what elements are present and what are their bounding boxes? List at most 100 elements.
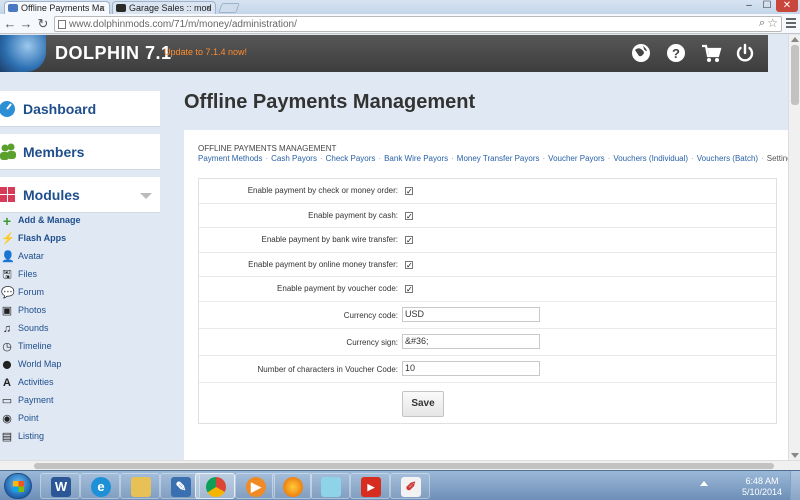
subnav-bank-wire-payors[interactable]: Bank Wire Payors (384, 154, 448, 163)
list-item[interactable]: ⬤ World Map (0, 356, 160, 374)
subnav-money-transfer-payors[interactable]: Money Transfer Payors (457, 154, 540, 163)
file-explorer-button[interactable] (120, 473, 160, 499)
help-icon[interactable]: ? (665, 42, 687, 64)
subnav-voucher-payors[interactable]: Voucher Payors (548, 154, 604, 163)
form-row: Currency code: (199, 302, 776, 329)
cart-icon[interactable] (700, 42, 722, 64)
subnav-vouchers-individual[interactable]: Vouchers (Individual) (613, 154, 688, 163)
tray-expand-icon[interactable] (700, 481, 708, 486)
close-tab-icon[interactable]: × (206, 2, 211, 14)
clock[interactable]: 6:48 AM 5/10/2014 (742, 476, 782, 498)
scroll-up-icon[interactable] (791, 37, 799, 42)
page-viewport: DOLPHIN 7.1 Update to 7.1.4 now! ? Dashb… (0, 35, 788, 460)
globe-icon[interactable] (630, 42, 652, 64)
form-row: Enable payment by voucher code: ✓ (199, 277, 776, 302)
scroll-down-icon[interactable] (791, 453, 799, 458)
module-label: Photos (18, 305, 47, 315)
horizontal-scrollbar[interactable] (0, 460, 800, 470)
scrollbar-thumb[interactable] (34, 463, 774, 469)
subnav-vouchers-batch[interactable]: Vouchers (Batch) (697, 154, 758, 163)
power-icon[interactable] (734, 42, 756, 64)
subnav-payment-methods[interactable]: Payment Methods (198, 154, 262, 163)
cash-checkbox[interactable]: ✓ (405, 211, 413, 220)
add-icon: + (2, 213, 12, 229)
bank-wire-checkbox[interactable]: ✓ (405, 236, 413, 245)
reload-icon[interactable]: ↻ (35, 16, 51, 32)
currency-code-label: Currency code: (343, 310, 398, 320)
word-icon: W (51, 477, 71, 497)
list-item[interactable]: ▤ Listing (0, 428, 160, 446)
currency-sign-input[interactable] (402, 333, 540, 349)
subnav-settings[interactable]: Settings (767, 154, 788, 163)
currency-code-input[interactable] (402, 306, 540, 322)
list-item[interactable]: ⚡ Flash Apps (0, 230, 160, 248)
list-item[interactable]: 👤 Avatar (0, 248, 160, 266)
search-icon[interactable]: ⌕ (759, 17, 765, 30)
list-item[interactable]: + Add & Manage (0, 212, 160, 230)
browser-tab-active[interactable]: Offline Payments Ma × (4, 1, 110, 14)
forward-icon[interactable]: → (18, 16, 34, 32)
list-item[interactable]: ◷ Timeline (0, 338, 160, 356)
browser-tab[interactable]: Garage Sales :: mod × (112, 1, 216, 14)
close-tab-icon[interactable]: × (100, 2, 105, 14)
internet-explorer-button[interactable]: e (80, 473, 120, 499)
online-money-transfer-label: Enable payment by online money transfer: (248, 259, 398, 269)
sidebar-item-label: Modules (23, 187, 80, 203)
list-item[interactable]: ♫ Sounds (0, 320, 160, 338)
list-item[interactable]: 🖫 Files (0, 266, 160, 284)
subnav-check-payors[interactable]: Check Payors (326, 154, 376, 163)
close-window-button[interactable]: ✕ (776, 0, 798, 12)
start-button[interactable] (4, 473, 32, 499)
form-row: Number of characters in Voucher Code: (199, 356, 776, 383)
back-icon[interactable]: ← (2, 16, 18, 32)
online-money-transfer-checkbox[interactable]: ✓ (405, 260, 413, 269)
youtube-app-button[interactable]: ▶ (350, 473, 390, 499)
sounds-icon: ♫ (2, 323, 12, 335)
sidebar-item-dashboard[interactable]: Dashboard (0, 91, 160, 127)
activities-icon: A (3, 377, 11, 389)
scrollbar-thumb[interactable] (791, 45, 799, 105)
browser-menu-icon[interactable] (786, 18, 796, 30)
notes-app-button[interactable] (310, 473, 350, 499)
list-item[interactable]: ▭ Payment (0, 392, 160, 410)
dolphin-logo[interactable] (0, 35, 46, 72)
avatar-icon: 👤 (1, 251, 15, 263)
sidebar-item-members[interactable]: Members (0, 134, 160, 170)
form-row: Enable payment by check or money order: … (199, 179, 776, 204)
media-app-button[interactable]: ▶ (235, 473, 275, 499)
favicon-icon (116, 4, 126, 12)
subnav-cash-payors[interactable]: Cash Payors (271, 154, 317, 163)
section-title: OFFLINE PAYMENTS MANAGEMENT (198, 144, 337, 153)
paint-app-button[interactable]: ✐ (390, 473, 430, 499)
new-tab-button[interactable] (218, 3, 240, 13)
list-item[interactable]: 💬 Forum (0, 284, 160, 302)
bookmark-star-icon[interactable]: ☆ (767, 16, 778, 30)
voucher-code-checkbox[interactable]: ✓ (405, 285, 413, 294)
update-link[interactable]: Update to 7.1.4 now! (164, 47, 247, 57)
module-label: World Map (18, 359, 62, 369)
check-money-order-checkbox[interactable]: ✓ (405, 187, 413, 196)
listing-icon: ▤ (1, 431, 13, 443)
word-app-button[interactable]: W (40, 473, 80, 499)
tool-app-button[interactable]: ✎ (160, 473, 200, 499)
url-input[interactable] (69, 18, 749, 30)
list-item[interactable]: A Activities (0, 374, 160, 392)
list-item[interactable]: ▣ Photos (0, 302, 160, 320)
chrome-app-button[interactable] (195, 473, 235, 499)
media-player-icon: ▶ (246, 477, 266, 497)
voucher-length-input[interactable] (402, 360, 540, 376)
save-button[interactable]: Save (402, 390, 444, 417)
chevron-down-icon[interactable] (140, 193, 152, 199)
minimize-button[interactable]: – (740, 0, 758, 12)
show-desktop-button[interactable] (790, 471, 800, 500)
address-bar[interactable]: ⌕ ☆ (54, 16, 782, 32)
modules-list: + Add & Manage ⚡ Flash Apps 👤 Avatar 🖫 Files… (0, 212, 160, 460)
vertical-scrollbar[interactable] (788, 35, 800, 460)
sidebar-item-modules[interactable]: Modules (0, 177, 160, 213)
list-item[interactable]: ◉ Point (0, 410, 160, 428)
firefox-app-button[interactable] (272, 473, 312, 499)
browser-toolbar: ← → ↻ ⌕ ☆ (0, 14, 800, 34)
notes-icon (321, 477, 341, 497)
maximize-button[interactable]: ☐ (758, 0, 776, 12)
currency-sign-label: Currency sign: (346, 337, 398, 347)
